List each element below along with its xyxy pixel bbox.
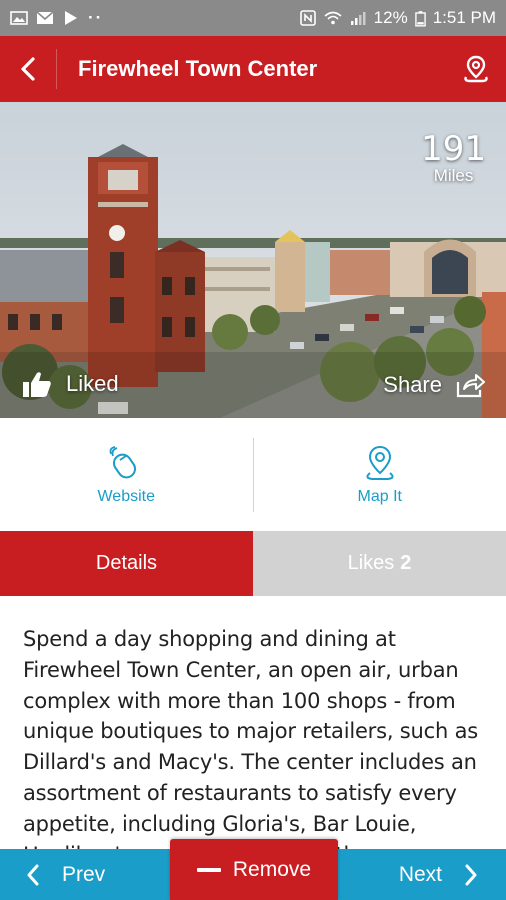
distance-unit: Miles — [433, 166, 474, 185]
play-store-icon — [65, 11, 77, 25]
signal-icon — [350, 12, 366, 25]
page-title: Firewheel Town Center — [78, 56, 318, 81]
back-button[interactable] — [0, 36, 56, 102]
description-text: Spend a day shopping and dining at Firew… — [23, 627, 478, 867]
tab-details[interactable]: Details — [0, 531, 253, 596]
mail-icon — [36, 11, 54, 24]
next-label: Next — [398, 862, 442, 886]
location-button[interactable] — [446, 36, 506, 102]
share-button[interactable]: Share — [383, 372, 486, 398]
minus-icon — [196, 867, 221, 872]
chevron-left-icon — [21, 57, 35, 81]
distance-value: 191 — [421, 129, 486, 169]
prev-label: Prev — [62, 862, 106, 886]
wifi-icon — [324, 11, 342, 25]
nfc-icon — [299, 10, 316, 26]
gallery-icon — [10, 11, 28, 25]
tab-likes-label: Likes — [347, 552, 395, 574]
website-button[interactable]: Website — [0, 418, 253, 531]
action-row: Website Map It — [0, 418, 506, 531]
remove-label: Remove — [232, 857, 312, 881]
hero-image: 191 Miles Liked Share — [0, 102, 506, 418]
thumbs-up-icon — [23, 372, 51, 397]
prev-button[interactable]: Prev — [26, 849, 105, 900]
remove-button[interactable]: Remove — [170, 839, 338, 900]
liked-label: Liked — [66, 371, 119, 396]
battery-percent: 12% — [373, 8, 408, 27]
clock: 1:51 PM — [432, 8, 496, 27]
share-label: Share — [383, 372, 442, 397]
map-it-label: Map It — [357, 487, 402, 505]
liked-button[interactable]: Liked — [22, 370, 119, 398]
more-notifications-icon: ·· — [88, 8, 104, 27]
battery-icon — [414, 10, 426, 27]
website-label: Website — [97, 487, 155, 505]
tab-likes[interactable]: Likes 2 — [253, 531, 506, 596]
distance-readout: 191 Miles — [421, 132, 486, 186]
status-notifications: ·· — [10, 8, 299, 28]
chevron-left-icon — [27, 864, 39, 885]
chevron-right-icon — [465, 864, 477, 885]
map-pin-icon — [464, 55, 488, 83]
mouse-pointer-icon — [109, 445, 137, 478]
map-it-button[interactable]: Map It — [254, 418, 506, 531]
map-pin-icon — [366, 445, 394, 480]
app-header: Firewheel Town Center — [0, 36, 506, 102]
share-icon — [456, 374, 485, 398]
likes-count: 2 — [400, 552, 412, 574]
header-divider — [56, 49, 57, 89]
tab-bar: Details Likes 2 — [0, 531, 506, 596]
tab-details-label: Details — [95, 552, 158, 574]
next-button[interactable]: Next — [399, 849, 478, 900]
status-bar: ·· 12% 1:51 PM — [0, 0, 506, 36]
